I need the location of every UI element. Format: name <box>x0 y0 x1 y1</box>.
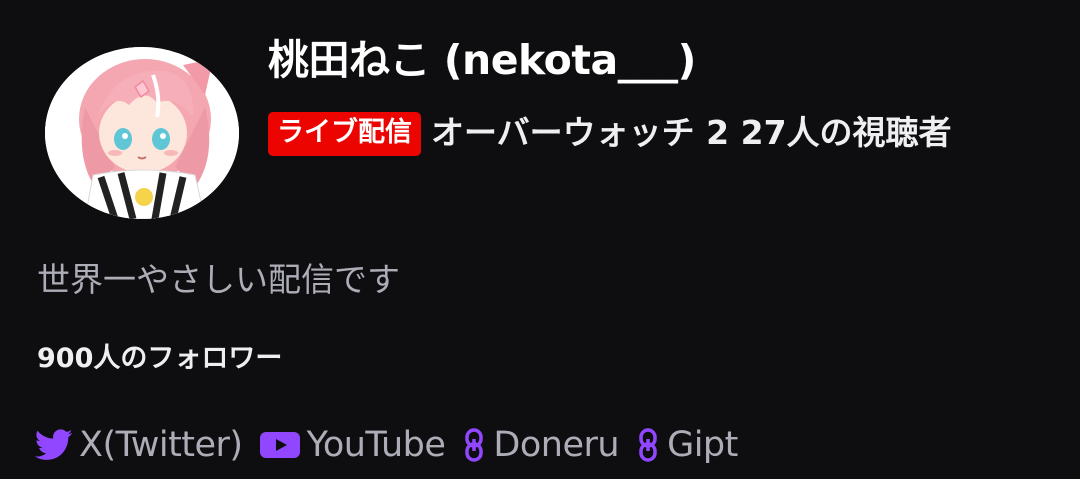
social-link-label: Doneru <box>493 425 620 465</box>
follower-count: 900人のフォロワー <box>37 343 283 374</box>
social-link-doneru[interactable]: Doneru <box>461 425 620 465</box>
live-badge: ライブ配信 <box>268 112 421 156</box>
social-link-label: YouTube <box>306 425 446 465</box>
social-link-label: X(Twitter) <box>79 425 243 465</box>
social-links: X(Twitter) YouTube Doneru Gipt <box>35 425 754 465</box>
channel-avatar[interactable] <box>45 47 239 219</box>
link-chain-icon <box>461 427 487 463</box>
avatar-illustration <box>45 47 239 219</box>
social-link-youtube[interactable]: YouTube <box>259 425 446 465</box>
stream-category-viewers[interactable]: オーバーウォッチ 2 27人の視聴者 <box>431 113 952 152</box>
link-chain-icon <box>635 427 661 463</box>
youtube-play-icon <box>259 429 301 461</box>
social-link-label: Gipt <box>667 425 738 465</box>
channel-name[interactable]: 桃田ねこ (nekota___) <box>268 26 696 86</box>
social-link-gipt[interactable]: Gipt <box>635 425 738 465</box>
channel-description: 世界一やさしい配信です <box>37 260 400 299</box>
social-link-twitter[interactable]: X(Twitter) <box>35 425 243 465</box>
twitter-bird-icon <box>35 429 73 461</box>
stream-meta: ライブ配信 オーバーウォッチ 2 27人の視聴者 <box>268 110 1038 156</box>
